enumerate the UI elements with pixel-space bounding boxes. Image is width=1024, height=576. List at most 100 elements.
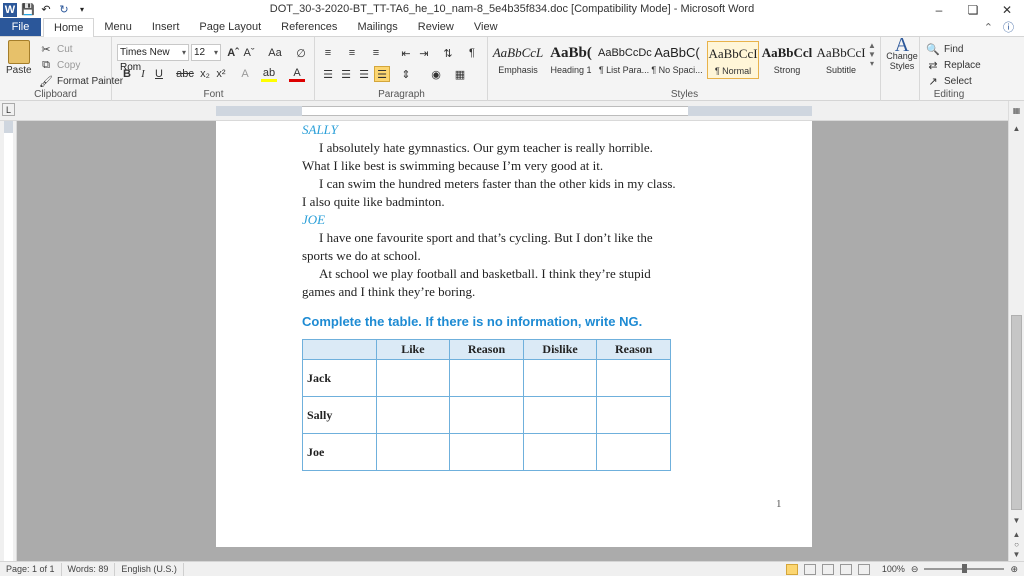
next-page-icon[interactable]: ▼ bbox=[1009, 547, 1024, 561]
minimize-button[interactable]: – bbox=[922, 0, 956, 19]
grow-font-button[interactable]: Aˆ bbox=[225, 45, 241, 61]
word-count[interactable]: Words: 89 bbox=[62, 562, 116, 576]
replace-button[interactable]: ⇄ Replace bbox=[925, 57, 980, 73]
line-spacing-button[interactable]: ⇕ bbox=[398, 66, 414, 82]
sort-button[interactable]: ⇅ bbox=[440, 45, 456, 61]
restore-button[interactable]: ❏ bbox=[956, 0, 990, 19]
tab-menu[interactable]: Menu bbox=[94, 18, 142, 36]
multilevel-list-button[interactable]: ≡ bbox=[368, 45, 384, 61]
justify-button[interactable]: ☰ bbox=[374, 66, 390, 82]
show-marks-button[interactable]: ¶ bbox=[464, 45, 480, 61]
scroll-up-icon[interactable]: ▲ bbox=[1009, 121, 1024, 135]
zoom-out-icon[interactable]: ⊖ bbox=[911, 564, 919, 575]
draft-icon[interactable] bbox=[857, 563, 870, 575]
full-screen-reading-icon[interactable] bbox=[803, 563, 816, 575]
scroll-down-icon[interactable]: ▼ bbox=[1009, 513, 1024, 527]
table-cell[interactable] bbox=[522, 433, 598, 471]
table-cell[interactable] bbox=[596, 359, 671, 397]
font-name-combo[interactable]: Times New Rom ▾ bbox=[117, 44, 189, 73]
document-body[interactable]: SALLY I absolutely hate gymnastics. Our … bbox=[302, 121, 682, 301]
tab-file[interactable]: File bbox=[0, 18, 41, 36]
format-painter-button[interactable]: 🖌 Format Painter bbox=[38, 73, 123, 89]
bold-button[interactable]: B bbox=[119, 66, 135, 82]
paste-button[interactable]: Paste bbox=[6, 40, 32, 76]
style-heading-1[interactable]: AaBb( Heading 1 bbox=[545, 41, 597, 79]
zoom-in-icon[interactable]: ⊕ bbox=[1010, 564, 1018, 575]
table-cell[interactable] bbox=[596, 396, 671, 434]
style-list-paragraph[interactable]: AaBbCcDc ¶ List Para... bbox=[598, 41, 652, 79]
change-case-button[interactable]: Aa bbox=[265, 45, 285, 61]
increase-indent-button[interactable]: ⇥ bbox=[416, 45, 432, 61]
outline-icon[interactable] bbox=[839, 563, 852, 575]
find-button[interactable]: 🔍 Find bbox=[925, 41, 963, 57]
table-cell[interactable] bbox=[449, 396, 524, 434]
view-ruler-icon[interactable]: ▦ bbox=[1009, 103, 1024, 117]
table-cell[interactable] bbox=[375, 396, 451, 434]
numbering-button[interactable]: ≡ bbox=[344, 45, 360, 61]
tab-home[interactable]: Home bbox=[43, 18, 95, 37]
answer-table[interactable]: Like Reason Dislike Reason Jack Sally Jo… bbox=[302, 339, 671, 471]
close-button[interactable]: ✕ bbox=[990, 0, 1024, 19]
table-cell[interactable] bbox=[522, 359, 598, 397]
borders-button[interactable]: ▦ bbox=[452, 66, 468, 82]
align-left-button[interactable]: ☰ bbox=[320, 66, 336, 82]
style-subtitle[interactable]: AaBbCcI Subtitle bbox=[815, 41, 867, 79]
shading-button[interactable]: ◉ bbox=[428, 66, 444, 82]
table-cell[interactable] bbox=[449, 359, 524, 397]
horizontal-ruler[interactable]: L bbox=[0, 101, 1024, 121]
tab-review[interactable]: Review bbox=[408, 18, 464, 36]
page-count[interactable]: Page: 1 of 1 bbox=[0, 562, 62, 576]
font-size-combo[interactable]: 12 ▾ bbox=[191, 44, 221, 61]
strikethrough-button[interactable]: abc bbox=[175, 66, 195, 82]
style-normal[interactable]: AaBbCcI ¶ Normal bbox=[707, 41, 759, 79]
style-emphasis[interactable]: AaBbCcL Emphasis bbox=[492, 41, 544, 79]
tab-mailings[interactable]: Mailings bbox=[347, 18, 407, 36]
vertical-ruler[interactable] bbox=[0, 121, 17, 561]
table-cell[interactable] bbox=[375, 359, 451, 397]
document-area[interactable]: SALLY I absolutely hate gymnastics. Our … bbox=[17, 121, 1008, 561]
tab-page-layout[interactable]: Page Layout bbox=[189, 18, 271, 36]
table-cell[interactable] bbox=[449, 433, 524, 471]
tab-references[interactable]: References bbox=[271, 18, 347, 36]
superscript-button[interactable]: x² bbox=[213, 66, 229, 82]
cut-button[interactable]: ✂ Cut bbox=[38, 41, 72, 57]
redo-icon[interactable]: ↻ bbox=[57, 3, 71, 17]
zoom-level[interactable]: 100% bbox=[882, 564, 905, 574]
style-strong[interactable]: AaBbCcl Strong bbox=[761, 41, 813, 79]
vertical-scrollbar[interactable]: ▦ ▲ ▼ ▲ ○ ▼ bbox=[1008, 101, 1024, 561]
style-no-spacing[interactable]: AaBbC( ¶ No Spaci... bbox=[651, 41, 703, 79]
table-cell[interactable] bbox=[375, 433, 451, 471]
language[interactable]: English (U.S.) bbox=[115, 562, 184, 576]
decrease-indent-button[interactable]: ⇤ bbox=[398, 45, 414, 61]
undo-icon[interactable]: ↶ bbox=[39, 3, 53, 17]
print-layout-icon[interactable] bbox=[785, 563, 798, 575]
select-button[interactable]: ↗ Select bbox=[925, 73, 971, 89]
minimize-ribbon-icon[interactable]: ⌃ bbox=[984, 21, 993, 34]
tab-selector-icon[interactable]: L bbox=[2, 103, 15, 116]
scrollbar-thumb[interactable] bbox=[1011, 315, 1022, 510]
copy-button[interactable]: ⧉ Copy bbox=[38, 57, 80, 73]
help-icon[interactable]: ⓘ bbox=[1003, 19, 1014, 35]
font-color-button[interactable]: A bbox=[289, 66, 305, 82]
shrink-font-button[interactable]: Aˇ bbox=[241, 45, 257, 61]
styles-scroll[interactable]: ▲ ▼ ▾ bbox=[868, 41, 876, 68]
subscript-button[interactable]: x₂ bbox=[197, 66, 213, 82]
change-styles-button[interactable]: A Change Styles bbox=[885, 35, 919, 71]
bullets-button[interactable]: ≡ bbox=[320, 45, 336, 61]
table-cell[interactable] bbox=[522, 396, 598, 434]
underline-button[interactable]: U bbox=[151, 66, 167, 82]
save-icon[interactable]: 💾 bbox=[21, 3, 35, 17]
zoom-slider[interactable] bbox=[924, 564, 1005, 573]
text-effects-button[interactable]: A bbox=[237, 66, 253, 82]
zoom-slider-knob[interactable] bbox=[962, 564, 968, 573]
align-center-button[interactable]: ☰ bbox=[338, 66, 354, 82]
highlight-button[interactable]: ab bbox=[261, 66, 277, 82]
web-layout-icon[interactable] bbox=[821, 563, 834, 575]
italic-button[interactable]: I bbox=[135, 66, 151, 82]
tab-insert[interactable]: Insert bbox=[142, 18, 190, 36]
align-right-button[interactable]: ☰ bbox=[356, 66, 372, 82]
customize-qat-icon[interactable]: ▾ bbox=[75, 3, 89, 17]
tab-view[interactable]: View bbox=[464, 18, 508, 36]
clear-formatting-button[interactable]: ∅ bbox=[293, 45, 309, 61]
document-page[interactable]: SALLY I absolutely hate gymnastics. Our … bbox=[216, 121, 812, 547]
